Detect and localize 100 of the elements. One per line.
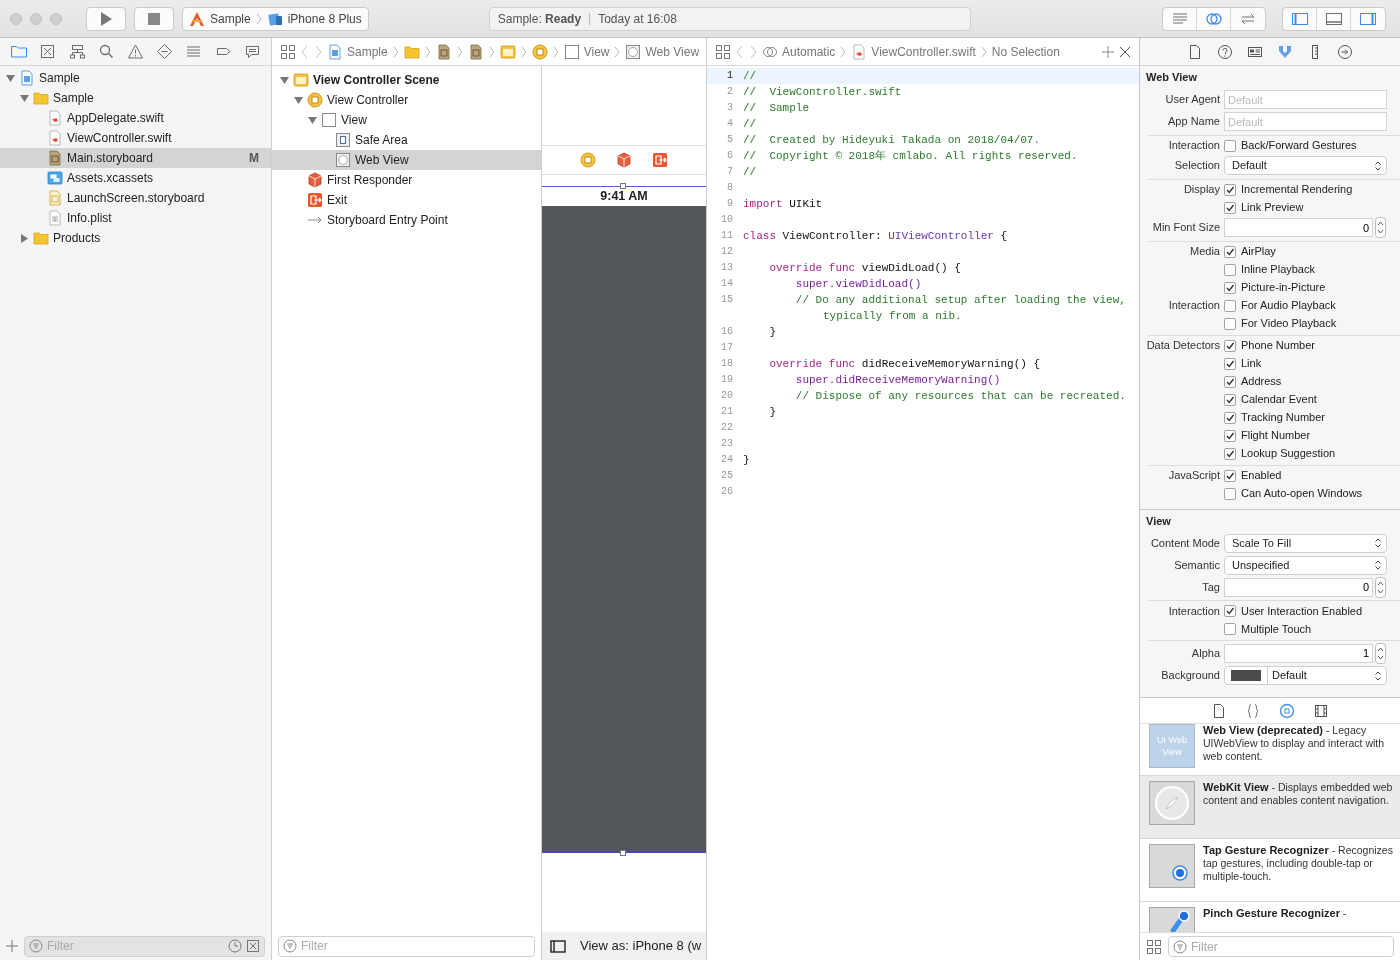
help-icon[interactable] (1217, 43, 1233, 60)
disclosure-triangle[interactable] (294, 95, 303, 105)
object-circle-icon[interactable] (1279, 702, 1295, 719)
checkbox[interactable] (1224, 469, 1236, 482)
tree-item[interactable]: Sample (0, 68, 271, 88)
checkbox[interactable] (1224, 375, 1236, 388)
checkbox[interactable] (1224, 263, 1236, 276)
stepper[interactable] (1375, 576, 1386, 598)
checkbox[interactable] (1224, 201, 1236, 214)
jump-bar-item[interactable]: View (563, 42, 610, 61)
number-field[interactable]: 1 (1224, 643, 1373, 663)
filter-field[interactable]: Filter (1168, 936, 1394, 957)
tree-item[interactable]: Info.plist (0, 208, 271, 228)
tree-item[interactable]: Products (0, 228, 271, 248)
tree-item[interactable]: View (272, 110, 541, 130)
plus-icon[interactable] (1102, 45, 1114, 58)
exit-icon[interactable] (652, 152, 668, 168)
tree-item[interactable]: Storyboard Entry Point (272, 210, 541, 230)
resize-handle[interactable] (620, 183, 626, 189)
jump-bar-item[interactable]: Automatic (762, 42, 836, 61)
jump-bar-item[interactable]: Sample (327, 42, 388, 61)
tree-item[interactable]: View Controller (272, 90, 541, 110)
tree-item[interactable]: Assets.xcassets (0, 168, 271, 188)
checkbox[interactable] (1224, 299, 1236, 312)
checkbox[interactable] (1224, 411, 1236, 424)
text-field[interactable]: Default (1224, 90, 1387, 109)
checkbox[interactable] (1224, 487, 1236, 500)
tree-item[interactable]: ViewController.swift (0, 128, 271, 148)
number-field[interactable]: 0 (1224, 218, 1373, 237)
document-icon[interactable] (1211, 702, 1227, 719)
popup-button[interactable]: Default (1224, 156, 1387, 175)
jump-bar-item[interactable]: Web View (625, 42, 700, 61)
stepper[interactable] (1375, 642, 1386, 664)
library-item[interactable]: Tap Gesture Recognizer - Recognizes tap gestures, including double-tap or multiple-touch. (1140, 839, 1400, 902)
tree-item[interactable]: View Controller Scene (272, 70, 541, 90)
popup-button[interactable]: Scale To Fill (1224, 533, 1387, 553)
filter-input[interactable]: Filter (301, 937, 530, 955)
sidebar-icon[interactable] (550, 939, 566, 953)
checkbox[interactable] (1224, 393, 1236, 406)
document-icon[interactable] (1187, 43, 1203, 60)
boxed-x-icon[interactable] (246, 939, 260, 953)
checkbox[interactable] (1224, 357, 1236, 370)
tree-item[interactable]: First Responder (272, 170, 541, 190)
tree-item[interactable]: Web View (272, 150, 541, 170)
arrow-circle-icon[interactable] (1337, 43, 1353, 60)
color-popup-button[interactable]: Default (1224, 665, 1387, 685)
checkbox[interactable] (1224, 183, 1236, 196)
folder-icon[interactable] (10, 43, 28, 60)
library-item[interactable]: WebKit View - Displays embedded web content and enables content navigation. (1140, 776, 1400, 839)
popup-button[interactable]: Unspecified (1224, 555, 1387, 575)
braces-icon[interactable] (1245, 702, 1261, 719)
filter-field[interactable]: Filter (24, 935, 265, 957)
plus-icon[interactable] (6, 940, 18, 952)
search-icon[interactable] (97, 43, 115, 60)
disclosure-triangle[interactable] (280, 75, 289, 85)
jump-bar-item[interactable]: No Selection (991, 42, 1060, 61)
disclosure-triangle[interactable] (308, 115, 317, 125)
storyboard-file-icon[interactable] (467, 43, 484, 60)
grid-icon[interactable] (715, 43, 731, 60)
speech-bubble-icon[interactable] (243, 43, 261, 60)
boxed-x-icon[interactable] (39, 43, 57, 60)
filter-input[interactable]: Filter (47, 937, 224, 955)
tree-item[interactable]: Safe Area (272, 130, 541, 150)
filter-field[interactable]: Filter (278, 935, 535, 957)
stop-button[interactable] (134, 6, 174, 31)
disclosure-triangle[interactable] (20, 93, 29, 103)
attributes-icon[interactable] (1277, 43, 1293, 60)
cube-icon[interactable] (616, 152, 632, 168)
tree-item[interactable]: Sample (0, 88, 271, 108)
scheme-selector[interactable]: Sample iPhone 8 Plus (182, 6, 369, 31)
tree-item[interactable]: Main.storyboard M (0, 148, 271, 168)
warning-icon[interactable] (127, 43, 144, 60)
checkbox[interactable] (1224, 317, 1236, 330)
checkbox[interactable] (1224, 281, 1236, 294)
grid-icon[interactable] (1146, 938, 1162, 955)
grid-icon[interactable] (280, 43, 296, 60)
tree-item[interactable]: AppDelegate.swift (0, 108, 271, 128)
tree-item[interactable]: LaunchScreen.storyboard (0, 188, 271, 208)
checkbox[interactable] (1224, 447, 1236, 460)
hierarchy-icon[interactable] (68, 43, 86, 60)
checkbox[interactable] (1224, 623, 1236, 635)
disclosure-triangle[interactable] (20, 233, 29, 243)
storyboard-file-icon[interactable] (435, 43, 452, 60)
film-icon[interactable] (1313, 702, 1329, 719)
tree-item[interactable]: Exit (272, 190, 541, 210)
checkbox[interactable] (1224, 245, 1236, 258)
checkbox[interactable] (1224, 605, 1236, 617)
resize-handle[interactable] (620, 850, 626, 856)
checkbox[interactable] (1224, 339, 1236, 352)
disclosure-triangle[interactable] (6, 73, 15, 83)
checkbox[interactable] (1224, 139, 1236, 152)
stepper[interactable] (1375, 217, 1386, 238)
filter-input[interactable]: Filter (1191, 937, 1389, 956)
close-icon[interactable] (1119, 45, 1131, 58)
clock-icon[interactable] (228, 939, 242, 953)
text-field[interactable]: Default (1224, 112, 1387, 131)
number-field[interactable]: 0 (1224, 577, 1373, 597)
checkbox[interactable] (1224, 429, 1236, 442)
diamond-icon[interactable] (156, 43, 174, 60)
jump-bar-item[interactable]: ViewController.swift (851, 42, 976, 61)
